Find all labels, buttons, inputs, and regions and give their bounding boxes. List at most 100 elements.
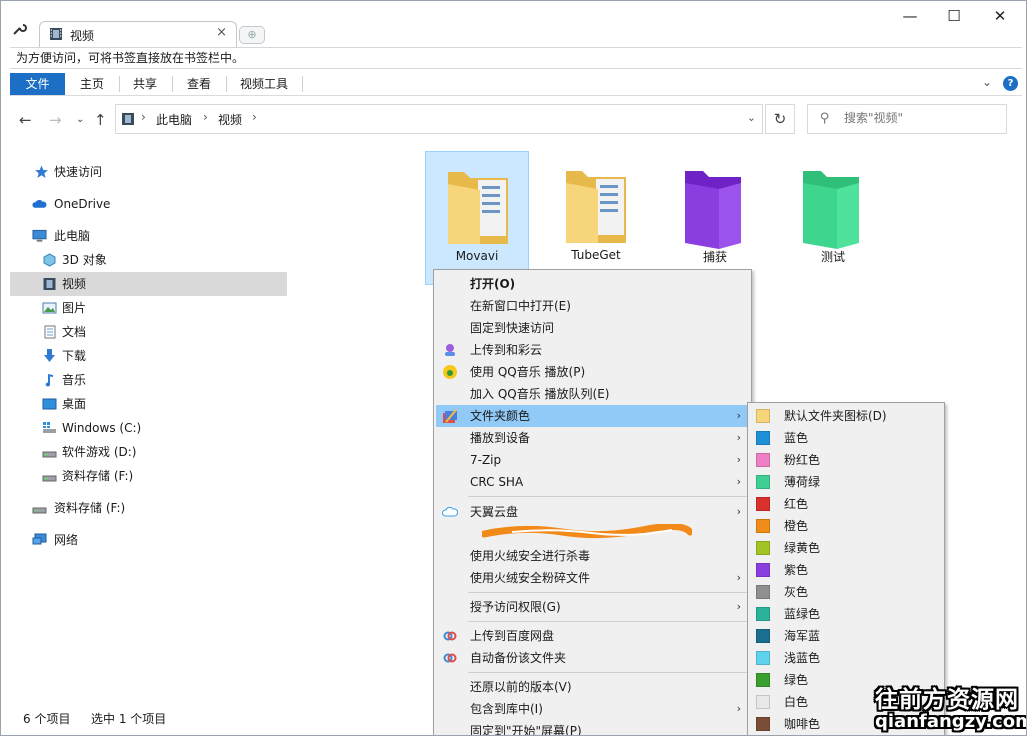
film-icon bbox=[43, 278, 56, 290]
drive-icon bbox=[32, 507, 47, 514]
menu-item-pin-start[interactable]: 固定到"开始"屏幕(P) bbox=[436, 720, 749, 735]
breadcrumb-videos[interactable]: 视频 bbox=[218, 111, 242, 128]
maximize-button[interactable]: ☐ bbox=[943, 7, 965, 27]
folder-icon bbox=[803, 171, 859, 249]
menu-item-crc-sha[interactable]: CRC SHA › bbox=[436, 471, 749, 493]
sidebar-item-quick-access[interactable]: 快速访问 bbox=[10, 160, 287, 184]
sidebar-item-network[interactable]: 网络 bbox=[10, 528, 287, 552]
sidebar-item-videos[interactable]: 视频 bbox=[10, 272, 287, 296]
menu-item-folder-color[interactable]: 文件夹颜色 › bbox=[436, 405, 749, 427]
ribbon: 文件 主页 共享 查看 视频工具 ⌄ ? bbox=[10, 73, 1022, 96]
navigation-pane: 快速访问 OneDrive 此电脑 3D 对象 视频 图片 文档 下载 音乐 桌… bbox=[10, 151, 287, 701]
folder-movavi[interactable]: Movavi bbox=[425, 151, 529, 285]
refresh-button[interactable]: ↻ bbox=[765, 104, 795, 134]
help-icon[interactable]: ? bbox=[1003, 76, 1018, 91]
sidebar-item-3d-objects[interactable]: 3D 对象 bbox=[10, 248, 287, 272]
chevron-down-icon[interactable]: ⌄ bbox=[982, 75, 992, 89]
color-item-blue[interactable]: 蓝色 bbox=[750, 427, 942, 449]
sidebar-item-downloads[interactable]: 下载 bbox=[10, 344, 287, 368]
menu-item-qqmusic-play[interactable]: 使用 QQ音乐 播放(P) bbox=[436, 361, 749, 383]
color-item-mint[interactable]: 薄荷绿 bbox=[750, 471, 942, 493]
menu-item-tianyi-cloud[interactable]: 天翼云盘 › bbox=[436, 501, 749, 523]
sidebar-item-drive-f[interactable]: 资料存储 (F:) bbox=[10, 464, 287, 488]
tab-video-tools[interactable]: 视频工具 bbox=[227, 73, 301, 95]
close-window-button[interactable]: ✕ bbox=[989, 7, 1011, 27]
back-arrow-icon[interactable]: ← bbox=[19, 111, 32, 129]
redacted-scribble bbox=[482, 524, 692, 539]
sidebar-item-music[interactable]: 音乐 bbox=[10, 368, 287, 392]
color-item-navy[interactable]: 海军蓝 bbox=[750, 625, 942, 647]
caiyun-icon bbox=[445, 344, 455, 356]
computer-icon bbox=[32, 229, 47, 242]
tab-share[interactable]: 共享 bbox=[120, 73, 170, 95]
folder-tubeget[interactable]: TubeGet bbox=[544, 151, 648, 285]
recent-chevron-icon[interactable]: ⌄ bbox=[76, 114, 84, 125]
sidebar-item-onedrive[interactable]: OneDrive bbox=[10, 192, 287, 216]
paint-icon bbox=[443, 409, 457, 423]
tab-view[interactable]: 查看 bbox=[173, 73, 225, 95]
film-icon bbox=[50, 28, 62, 40]
color-item-pink[interactable]: 粉红色 bbox=[750, 449, 942, 471]
close-tab-icon[interactable]: × bbox=[216, 25, 227, 40]
watermark-url: qianfangzy.com bbox=[875, 711, 1027, 732]
tab-home[interactable]: 主页 bbox=[67, 73, 117, 95]
menu-item-upload-caiyun[interactable]: 上传到和彩云 bbox=[436, 339, 749, 361]
menu-item-play-to-device[interactable]: 播放到设备 › bbox=[436, 427, 749, 449]
folder-icon bbox=[448, 172, 508, 244]
status-item-count: 6 个项目 bbox=[23, 712, 71, 726]
search-icon: ⚲ bbox=[820, 111, 830, 126]
color-item-yellow-green[interactable]: 绿黄色 bbox=[750, 537, 942, 559]
color-item-gray[interactable]: 灰色 bbox=[750, 581, 942, 603]
explorer-window: 视频 × ⊕ — ☐ ✕ 为方便访问，可将书签直接放在书签栏中。 文件 主页 共… bbox=[0, 0, 1027, 736]
sidebar-item-documents[interactable]: 文档 bbox=[10, 320, 287, 344]
chevron-down-icon[interactable]: ⌄ bbox=[747, 111, 756, 124]
menu-item-huorong-shred[interactable]: 使用火绒安全粉碎文件 › bbox=[436, 567, 749, 589]
default-folder-icon bbox=[756, 409, 770, 423]
tianyi-icon bbox=[442, 506, 458, 517]
color-item-teal[interactable]: 蓝绿色 bbox=[750, 603, 942, 625]
menu-item-open[interactable]: 打开(O) bbox=[436, 273, 749, 295]
minimize-button[interactable]: — bbox=[899, 7, 921, 27]
color-item-red[interactable]: 红色 bbox=[750, 493, 942, 515]
folder-test[interactable]: 测试 bbox=[781, 151, 885, 285]
tab-videos[interactable]: 视频 × bbox=[39, 21, 237, 47]
menu-item-7zip[interactable]: 7-Zip › bbox=[436, 449, 749, 471]
menu-item-auto-backup[interactable]: 自动备份该文件夹 bbox=[436, 647, 749, 669]
folder-icon bbox=[685, 171, 741, 249]
up-arrow-icon[interactable]: ↑ bbox=[94, 111, 107, 129]
menu-item-pin-quick-access[interactable]: 固定到快速访问 bbox=[436, 317, 749, 339]
wrench-icon[interactable] bbox=[11, 21, 27, 37]
sidebar-item-desktop[interactable]: 桌面 bbox=[10, 392, 287, 416]
sidebar-item-drive-d[interactable]: 软件游戏 (D:) bbox=[10, 440, 287, 464]
menu-item-upload-baidu[interactable]: 上传到百度网盘 bbox=[436, 625, 749, 647]
menu-item-open-new-window[interactable]: 在新窗口中打开(E) bbox=[436, 295, 749, 317]
menu-item-grant-access[interactable]: 授予访问权限(G) › bbox=[436, 596, 749, 618]
menu-item-restore-versions[interactable]: 还原以前的版本(V) bbox=[436, 676, 749, 698]
address-bar[interactable]: › 此电脑 › 视频 › ⌄ bbox=[115, 104, 763, 134]
sidebar-item-this-pc[interactable]: 此电脑 bbox=[10, 224, 287, 248]
color-item-purple[interactable]: 紫色 bbox=[750, 559, 942, 581]
color-item-light-blue[interactable]: 浅蓝色 bbox=[750, 647, 942, 669]
folder-icon bbox=[566, 171, 626, 243]
music-icon bbox=[45, 374, 53, 387]
film-icon bbox=[122, 113, 134, 125]
search-input[interactable] bbox=[844, 111, 994, 125]
sidebar-item-drive-c[interactable]: Windows (C:) bbox=[10, 416, 287, 440]
sidebar-item-pictures[interactable]: 图片 bbox=[10, 296, 287, 320]
menu-item-qqmusic-queue[interactable]: 加入 QQ音乐 播放队列(E) bbox=[436, 383, 749, 405]
menu-item-huorong-scan[interactable]: 使用火绒安全进行杀毒 bbox=[436, 545, 749, 567]
color-item-orange[interactable]: 橙色 bbox=[750, 515, 942, 537]
search-box[interactable]: ⚲ bbox=[807, 104, 1007, 134]
folder-capture[interactable]: 捕获 bbox=[663, 151, 767, 285]
sidebar-item-drive-f-root[interactable]: 资料存储 (F:) bbox=[10, 496, 287, 520]
star-icon bbox=[35, 165, 48, 178]
breadcrumb-this-pc[interactable]: 此电脑 bbox=[156, 111, 192, 128]
new-tab-button[interactable]: ⊕ bbox=[239, 26, 265, 44]
baidu-icon bbox=[443, 653, 457, 663]
forward-arrow-icon[interactable]: → bbox=[49, 111, 62, 129]
menu-item-include-library[interactable]: 包含到库中(I) › bbox=[436, 698, 749, 720]
drive-icon bbox=[42, 475, 57, 482]
color-item-default[interactable]: 默认文件夹图标(D) bbox=[750, 405, 942, 427]
tab-file[interactable]: 文件 bbox=[10, 73, 65, 95]
drive-icon bbox=[42, 451, 57, 458]
